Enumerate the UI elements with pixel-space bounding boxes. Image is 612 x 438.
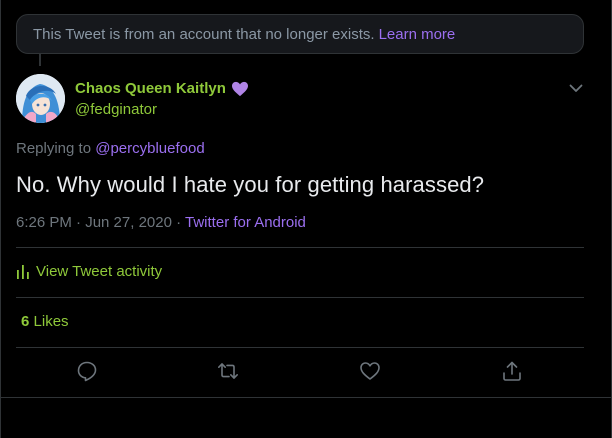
notice-text: This Tweet is from an account that no lo… (33, 25, 375, 43)
likes-label: Likes (33, 313, 69, 330)
likes-stat[interactable]: 6 Likes (21, 313, 69, 330)
replying-to: Replying to @percybluefood (16, 140, 205, 157)
purple-heart-icon (231, 81, 248, 96)
author-handle[interactable]: @fedginator (75, 101, 157, 118)
panel-bottom-border (0, 397, 612, 398)
view-tweet-activity-button[interactable]: View Tweet activity (16, 263, 162, 280)
thread-connector (39, 54, 41, 66)
author-name-row[interactable]: Chaos Queen Kaitlyn (75, 80, 249, 97)
deleted-account-notice: This Tweet is from an account that no lo… (16, 14, 584, 54)
tweet-text: No. Why would I hate you for getting har… (16, 172, 485, 197)
author-name[interactable]: Chaos Queen Kaitlyn (75, 80, 226, 97)
like-icon[interactable] (359, 360, 381, 382)
replying-prefix: Replying to (16, 140, 92, 157)
reply-icon[interactable] (76, 360, 98, 382)
tweet-actions-bar (0, 360, 612, 384)
avatar-image (16, 74, 65, 123)
share-icon[interactable] (501, 360, 523, 382)
divider (16, 247, 584, 248)
reply-mention-link[interactable]: @percybluefood (95, 140, 204, 157)
divider (16, 297, 584, 298)
likes-count: 6 (21, 313, 30, 330)
retweet-icon[interactable] (217, 360, 239, 382)
tweet-timestamp[interactable]: 6:26 PM · Jun 27, 2020 · (16, 214, 181, 231)
avatar[interactable] (16, 74, 65, 123)
divider (16, 347, 584, 348)
view-tweet-activity-label: View Tweet activity (36, 263, 163, 280)
tweet-source-link[interactable]: Twitter for Android (185, 214, 306, 231)
chevron-down-icon[interactable] (568, 80, 584, 96)
bar-chart-icon (17, 264, 29, 279)
tweet-metadata: 6:26 PM · Jun 27, 2020 · Twitter for And… (16, 214, 306, 231)
learn-more-link[interactable]: Learn more (379, 26, 456, 43)
